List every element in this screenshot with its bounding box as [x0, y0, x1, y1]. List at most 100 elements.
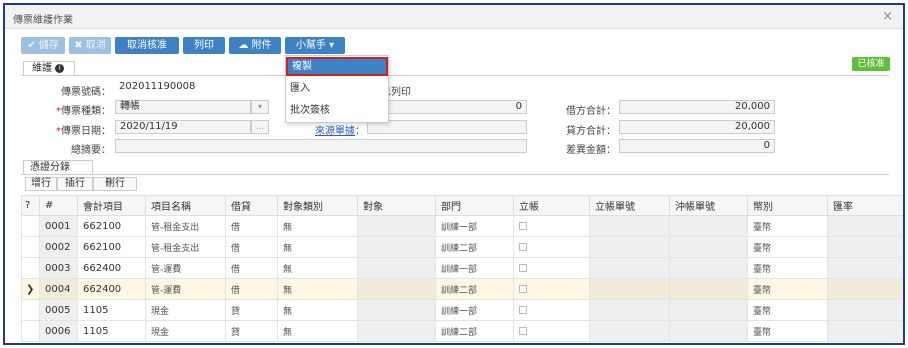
writeoff-no-cell[interactable] — [669, 320, 748, 342]
table-row[interactable]: 0006 1105 現金貸無 訓練二部 臺幣 — [21, 320, 903, 342]
account-cell[interactable]: 662100 — [77, 236, 146, 258]
establish-checkbox[interactable] — [519, 221, 527, 230]
col-header-dept[interactable]: 部門 — [435, 195, 514, 216]
col-header-currency[interactable]: 幣別 — [747, 195, 828, 216]
obj-type-cell[interactable]: 無 — [277, 236, 358, 258]
establish-no-cell[interactable] — [589, 320, 670, 342]
menu-item-import[interactable]: 匯入 — [286, 79, 388, 98]
add-row-button[interactable]: 增行 — [25, 177, 57, 191]
currency-cell[interactable]: 臺幣 — [747, 320, 828, 342]
helper-dropdown-button[interactable]: 小幫手 ▾ — [285, 37, 345, 54]
attach-button[interactable]: ☁ 附件 — [229, 37, 281, 54]
marker[interactable] — [21, 299, 40, 321]
obj-cell[interactable] — [357, 257, 436, 279]
currency-cell[interactable]: 臺幣 — [747, 215, 828, 237]
close-icon[interactable]: × — [882, 9, 893, 24]
item-name-cell[interactable]: 管-運費 — [145, 278, 226, 300]
rate-cell[interactable] — [827, 299, 903, 321]
table-row[interactable]: ❯ 0004 662400 管-運費借無 訓練二部 臺幣 — [21, 278, 903, 300]
obj-cell[interactable] — [357, 278, 436, 300]
dc-cell[interactable]: 借 — [225, 236, 278, 258]
col-header-rate[interactable]: 匯率 — [827, 195, 903, 216]
establish-checkbox[interactable] — [519, 263, 527, 272]
obj-type-cell[interactable]: 無 — [277, 278, 358, 300]
chevron-down-icon[interactable]: ▾ — [251, 100, 269, 114]
dept-cell[interactable]: 訓練一部 — [435, 215, 514, 237]
table-row[interactable]: 0005 1105 現金貸無 訓練一部 臺幣 — [21, 299, 903, 321]
cancel-approve-button[interactable]: 取消核准 — [115, 37, 179, 54]
dc-cell[interactable]: 借 — [225, 215, 278, 237]
rate-cell[interactable] — [827, 215, 903, 237]
item-name-cell[interactable]: 管-租金支出 — [145, 236, 226, 258]
obj-type-cell[interactable]: 無 — [277, 215, 358, 237]
establish-checkbox[interactable] — [519, 305, 527, 314]
menu-item-batch-approve[interactable]: 批次簽核 — [286, 101, 388, 120]
item-name-cell[interactable]: 管-運費 — [145, 257, 226, 279]
row-no[interactable]: 0002 — [39, 236, 78, 258]
obj-cell[interactable] — [357, 299, 436, 321]
row-no[interactable]: 0001 — [39, 215, 78, 237]
row-no[interactable]: 0003 — [39, 257, 78, 279]
dept-cell[interactable]: 訓練二部 — [435, 320, 514, 342]
table-row[interactable]: 0002 662100 管-租金支出借無 訓練二部 臺幣 — [21, 236, 903, 258]
col-header-obj[interactable]: 對象 — [357, 195, 436, 216]
rate-cell[interactable] — [827, 257, 903, 279]
establish-checkbox[interactable] — [519, 284, 527, 293]
col-header-dc[interactable]: 借貸 — [225, 195, 278, 216]
establish-no-cell[interactable] — [589, 236, 670, 258]
obj-type-cell[interactable]: 無 — [277, 320, 358, 342]
currency-cell[interactable]: 臺幣 — [747, 236, 828, 258]
calendar-icon[interactable]: … — [251, 120, 269, 134]
table-row[interactable]: 0001 662100 管-租金支出借無 訓練一部 臺幣 — [21, 215, 903, 237]
establish-no-cell[interactable] — [589, 278, 670, 300]
source-document-input[interactable] — [367, 120, 527, 134]
tab-voucher-entries[interactable]: 憑證分錄 — [23, 160, 93, 175]
item-name-cell[interactable]: 現金 — [145, 320, 226, 342]
writeoff-no-cell[interactable] — [669, 236, 748, 258]
help-icon[interactable]: ? — [21, 195, 40, 216]
establish-cell[interactable] — [513, 278, 590, 300]
col-header-obj-type[interactable]: 對象類別 — [277, 195, 358, 216]
dept-cell[interactable]: 訓練二部 — [435, 236, 514, 258]
print-button[interactable]: 列印 — [183, 37, 225, 54]
establish-cell[interactable] — [513, 257, 590, 279]
delete-row-button[interactable]: 刪行 — [93, 177, 137, 191]
marker[interactable] — [21, 236, 40, 258]
establish-cell[interactable] — [513, 320, 590, 342]
dept-cell[interactable]: 訓練二部 — [435, 278, 514, 300]
currency-cell[interactable]: 臺幣 — [747, 257, 828, 279]
summary-input[interactable] — [115, 139, 527, 153]
row-no[interactable]: 0006 — [39, 320, 78, 342]
obj-type-cell[interactable]: 無 — [277, 299, 358, 321]
dept-cell[interactable]: 訓練一部 — [435, 299, 514, 321]
obj-cell[interactable] — [357, 320, 436, 342]
col-header-establish-no[interactable]: 立帳單號 — [589, 195, 670, 216]
table-row[interactable]: 0003 662400 管-運費借無 訓練一部 臺幣 — [21, 257, 903, 279]
marker[interactable] — [21, 215, 40, 237]
tab-maintain[interactable]: 維護 i — [23, 61, 75, 76]
obj-cell[interactable] — [357, 236, 436, 258]
establish-no-cell[interactable] — [589, 215, 670, 237]
establish-cell[interactable] — [513, 299, 590, 321]
voucher-type-select[interactable]: 轉帳 — [115, 100, 251, 114]
obj-type-cell[interactable]: 無 — [277, 257, 358, 279]
col-header-account[interactable]: 會計項目 — [77, 195, 146, 216]
account-cell[interactable]: 662100 — [77, 215, 146, 237]
writeoff-no-cell[interactable] — [669, 257, 748, 279]
save-button[interactable]: ✔ 儲存 — [21, 37, 65, 54]
writeoff-no-cell[interactable] — [669, 215, 748, 237]
col-header-establish[interactable]: 立帳 — [513, 195, 590, 216]
establish-cell[interactable] — [513, 236, 590, 258]
col-header-writeoff-no[interactable]: 沖帳單號 — [669, 195, 748, 216]
col-header-no[interactable]: # — [39, 195, 78, 216]
currency-cell[interactable]: 臺幣 — [747, 299, 828, 321]
account-cell[interactable]: 662400 — [77, 257, 146, 279]
dc-cell[interactable]: 借 — [225, 257, 278, 279]
account-cell[interactable]: 1105 — [77, 299, 146, 321]
insert-row-button[interactable]: 插行 — [57, 177, 93, 191]
row-no[interactable]: 0005 — [39, 299, 78, 321]
currency-cell[interactable]: 臺幣 — [747, 278, 828, 300]
establish-cell[interactable] — [513, 215, 590, 237]
voucher-date-input[interactable]: 2020/11/19 — [115, 120, 251, 134]
obj-cell[interactable] — [357, 215, 436, 237]
